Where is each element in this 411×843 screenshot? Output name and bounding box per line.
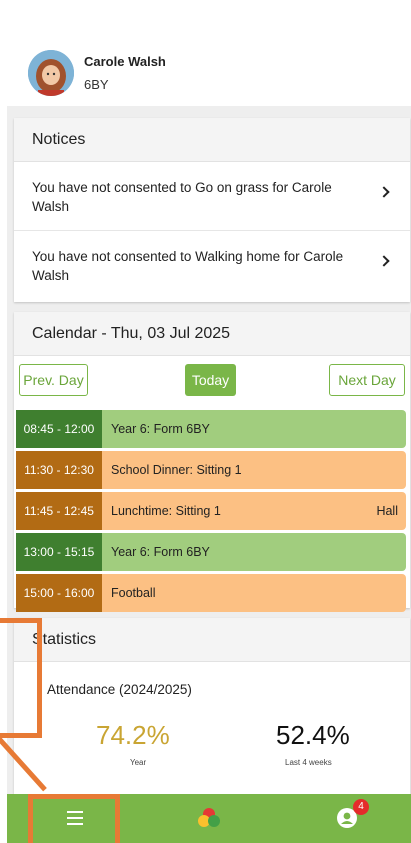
notice-item[interactable]: You have not consented to Walking home f… [14,231,410,300]
event-title: Year 6: Form 6BY [111,422,210,436]
notice-text: You have not consented to Walking home f… [32,249,344,283]
event-title: Lunchtime: Sitting 1 [111,504,221,518]
attendance-year-label: Year [130,758,147,767]
today-button[interactable]: Today [185,364,236,396]
event-title: Year 6: Form 6BY [111,545,210,559]
event-time: 11:30 - 12:30 [16,451,102,489]
calendar-event[interactable]: 08:45 - 12:00 Year 6: Form 6BY [16,410,406,448]
attendance-recent-label: Last 4 weeks [285,758,332,767]
avatar [28,50,74,96]
event-location: Hall [376,504,398,518]
attendance-recent-value: 52.4% [276,720,350,750]
calendar-event[interactable]: 11:45 - 12:45 Lunchtime: Sitting 1 Hall [16,492,406,530]
student-name: Carole Walsh [84,54,166,69]
app-logo-icon[interactable] [197,806,221,835]
highlight-annotation [0,618,42,738]
notice-item[interactable]: You have not consented to Go on grass fo… [14,162,410,231]
event-title: Football [111,586,156,600]
event-title: School Dinner: Sitting 1 [111,463,242,477]
notices-title: Notices [14,118,410,162]
attendance-year-value: 74.2% [96,720,170,750]
event-time: 11:45 - 12:45 [16,492,102,530]
calendar-event[interactable]: 15:00 - 16:00 Football [16,574,406,612]
student-class: 6BY [84,77,109,92]
statistics-title: Statistics [14,618,410,662]
calendar-title: Calendar - Thu, 03 Jul 2025 [14,312,410,356]
calendar-card: Calendar - Thu, 03 Jul 2025 Prev. Day To… [14,312,410,612]
prev-day-button[interactable]: Prev. Day [19,364,88,396]
next-day-button[interactable]: Next Day [329,364,405,396]
event-time: 15:00 - 16:00 [16,574,102,612]
chevron-right-icon [378,255,390,267]
highlight-annotation [28,794,120,843]
notice-text: You have not consented to Go on grass fo… [32,180,332,214]
calendar-event[interactable]: 11:30 - 12:30 School Dinner: Sitting 1 [16,451,406,489]
student-profile[interactable]: Carole Walsh 6BY [28,48,166,98]
notification-badge: 4 [353,799,369,815]
notices-card: Notices You have not consented to Go on … [14,118,410,302]
attendance-label: Attendance (2024/2025) [47,682,192,697]
calendar-event[interactable]: 13:00 - 15:15 Year 6: Form 6BY [16,533,406,571]
chevron-right-icon [378,186,390,198]
event-time: 08:45 - 12:00 [16,410,102,448]
event-time: 13:00 - 15:15 [16,533,102,571]
statistics-card: Statistics Attendance (2024/2025) 74.2% … [14,618,410,794]
